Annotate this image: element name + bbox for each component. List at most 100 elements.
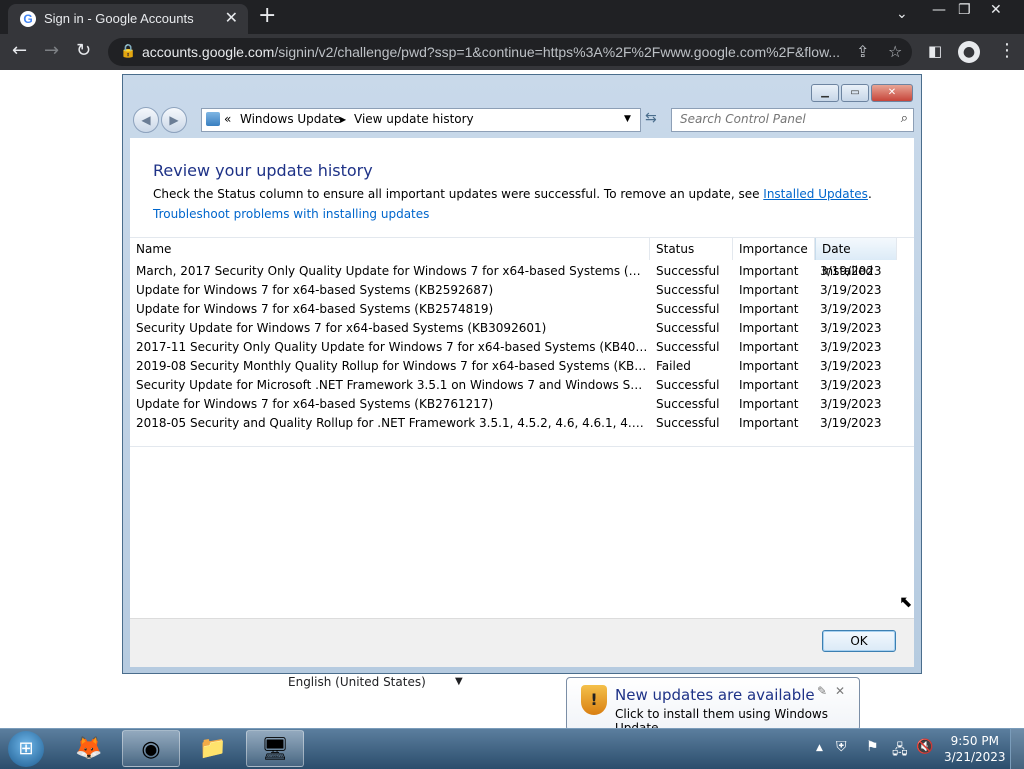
update-name-cell: Update for Windows 7 for x64-based Syste… [136,397,494,411]
table-row[interactable]: 2019-08 Security Monthly Quality Rollup … [130,357,914,376]
status-cell: Successful [656,283,720,297]
importance-cell: Important [739,378,799,392]
maximize-window-button[interactable]: ▭ [841,84,869,102]
column-header-importance[interactable]: Importance [733,238,815,260]
table-row[interactable]: Update for Windows 7 for x64-based Syste… [130,281,914,300]
table-row[interactable]: Security Update for Windows 7 for x64-ba… [130,319,914,338]
date-installed-cell: 3/19/2023 [820,321,882,335]
address-bar[interactable]: 🔒 accounts.google.com/signin/v2/challeng… [108,38,912,66]
clock-time: 9:50 PM [950,734,999,748]
refresh-icon[interactable]: ⇆ [645,110,657,126]
chrome-taskbar-icon[interactable]: ◉ [122,730,180,767]
status-cell: Failed [656,359,691,373]
table-row[interactable]: 2018-05 Security and Quality Rollup for … [130,414,914,433]
minimize-browser-button[interactable]: — [932,2,946,18]
table-row[interactable]: Update for Windows 7 for x64-based Syste… [130,300,914,319]
search-icon[interactable]: ⌕ [901,111,908,126]
importance-cell: Important [739,340,799,354]
explorer-address-bar[interactable]: « Windows Update ▶ View update history ▼ [201,108,641,132]
mouse-cursor-icon: ⬉ [899,592,913,611]
breadcrumb-view-update-history[interactable]: View update history [354,112,474,126]
status-cell: Successful [656,378,720,392]
update-name-cell: Update for Windows 7 for x64-based Syste… [136,283,494,297]
column-header-name[interactable]: Name [130,238,650,260]
date-installed-cell: 3/19/2023 [820,283,882,297]
column-header-status[interactable]: Status [650,238,733,260]
side-panel-icon[interactable]: ◧ [928,42,942,60]
show-desktop-button[interactable] [1010,729,1024,769]
importance-cell: Important [739,264,799,278]
close-browser-button[interactable]: ✕ [990,2,1002,18]
restore-browser-button[interactable]: ❐ [958,2,971,18]
date-installed-cell: 3/19/2023 [820,340,882,354]
update-history-window: ▁ ▭ ✕ ◀ ▶ « Windows Update ▶ View update h… [122,74,922,674]
search-box[interactable]: ⌕ [671,108,914,132]
column-header-date-installed[interactable]: Date Installed [815,238,897,278]
system-clock[interactable]: 9:50 PM 3/21/2023 [944,733,1006,765]
date-installed-cell: 3/19/2023 [820,397,882,411]
importance-cell: Important [739,359,799,373]
menu-kebab-icon[interactable]: ⋮ [998,40,1016,61]
chevron-down-icon[interactable]: ▼ [455,676,463,687]
address-dropdown-icon[interactable]: ▼ [624,114,631,124]
google-favicon-icon: G [20,11,36,27]
network-icon[interactable]: 🖧 [892,739,908,763]
search-input[interactable] [678,111,882,127]
firefox-taskbar-icon[interactable]: 🦊 [60,730,118,767]
volume-muted-icon[interactable]: 🔇 [916,739,933,755]
show-hidden-icons[interactable]: ▲ [816,743,823,753]
profile-avatar-icon[interactable]: ● [958,41,980,63]
troubleshoot-link[interactable]: Troubleshoot problems with installing up… [153,207,429,221]
update-name-cell: Update for Windows 7 for x64-based Syste… [136,302,494,316]
action-center-icon[interactable]: ⚑ [866,739,879,755]
installed-updates-link[interactable]: Installed Updates [763,187,868,201]
importance-cell: Important [739,416,799,430]
browser-toolbar: ← → ↻ 🔒 accounts.google.com/signin/v2/ch… [0,34,1024,70]
language-selector[interactable]: English (United States) [288,675,426,689]
windows-update-tray-icon[interactable]: ⛨ [836,739,847,755]
forward-arrow-icon[interactable]: ▶ [161,107,187,133]
reload-icon[interactable]: ↻ [76,40,91,61]
table-row[interactable]: Update for Windows 7 for x64-based Syste… [130,395,914,414]
update-name-cell: March, 2017 Security Only Quality Update… [136,264,648,278]
breadcrumb-separator-icon[interactable]: ▶ [340,115,346,124]
instructions-text: Check the Status column to ensure all im… [153,187,872,201]
update-notification-balloon[interactable]: ! New updates are available Click to ins… [566,677,860,735]
browser-tab[interactable]: G Sign in - Google Accounts ✕ [8,4,248,34]
close-tab-icon[interactable]: ✕ [225,8,238,27]
importance-cell: Important [739,321,799,335]
table-row[interactable]: March, 2017 Security Only Quality Update… [130,262,914,281]
new-tab-button[interactable]: + [258,3,276,28]
control-panel-icon [206,112,220,126]
minimize-window-button[interactable]: ▁ [811,84,839,102]
start-button[interactable]: ⊞ [8,731,44,767]
share-icon[interactable]: ⇪ [856,42,869,61]
notification-title: New updates are available [615,686,815,704]
status-cell: Successful [656,397,720,411]
file-explorer-taskbar-icon[interactable]: 📁 [184,730,242,767]
close-notification-icon[interactable]: ✕ [835,684,845,698]
bookmark-star-icon[interactable]: ☆ [888,42,902,61]
url-text[interactable]: accounts.google.com/signin/v2/challenge/… [142,44,842,60]
tab-search-icon[interactable]: ⌄ [896,6,908,22]
close-window-button[interactable]: ✕ [871,84,913,102]
taskbar: ⊞ 🦊 ◉ 📁 🖥 ▲ ⛨ ⚑ 🖧 🔇 9:50 PM 3/21/2023 [0,728,1024,769]
forward-icon[interactable]: → [44,40,59,61]
pin-icon[interactable]: ✎ [817,684,827,698]
importance-cell: Important [739,302,799,316]
control-panel-taskbar-icon[interactable]: 🖥 [246,730,304,767]
breadcrumb-windows-update[interactable]: Windows Update [240,112,341,126]
date-installed-cell: 3/19/2023 [820,302,882,316]
breadcrumb-overflow[interactable]: « [224,112,231,126]
security-shield-icon: ! [581,685,607,715]
date-installed-cell: 3/19/2023 [820,264,882,278]
dialog-footer: OK [130,618,914,667]
ok-button[interactable]: OK [822,630,896,652]
table-row[interactable]: 2017-11 Security Only Quality Update for… [130,338,914,357]
content-pane: Review your update history Check the Sta… [130,138,914,667]
update-name-cell: 2018-05 Security and Quality Rollup for … [136,416,648,430]
status-cell: Successful [656,416,720,430]
back-icon[interactable]: ← [12,40,27,61]
table-row[interactable]: Security Update for Microsoft .NET Frame… [130,376,914,395]
back-arrow-icon[interactable]: ◀ [133,107,159,133]
